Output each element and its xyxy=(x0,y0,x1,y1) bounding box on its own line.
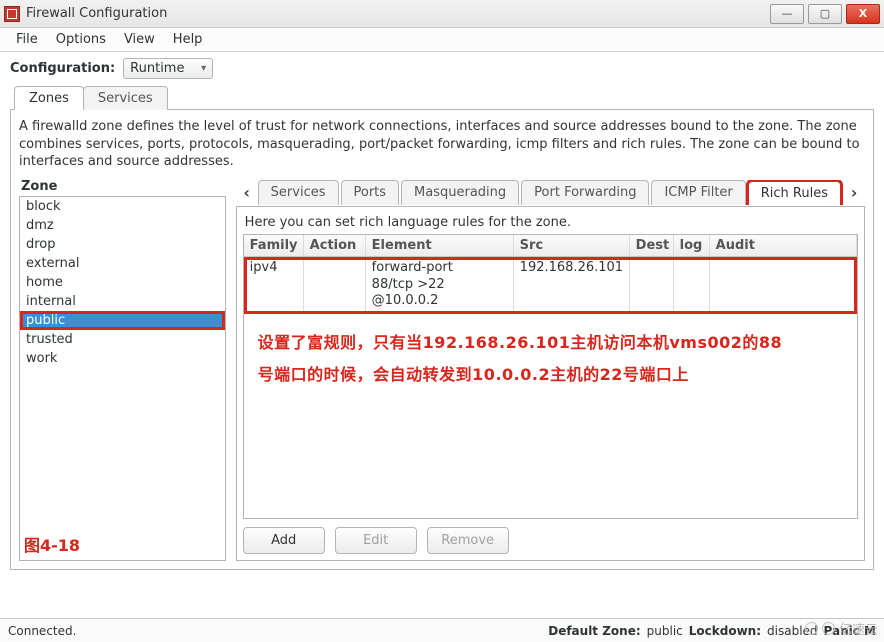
inner-tab-icmp-filter[interactable]: ICMP Filter xyxy=(651,180,745,205)
window-controls: — ▢ X xyxy=(770,4,880,24)
zones-panel: A firewalld zone defines the level of tr… xyxy=(10,109,874,570)
col-action[interactable]: Action xyxy=(304,235,366,256)
inner-tab-port-forwarding[interactable]: Port Forwarding xyxy=(521,180,649,205)
inner-tab-ports[interactable]: Ports xyxy=(341,180,400,205)
tab-scroll-left-icon[interactable]: ‹ xyxy=(236,179,258,206)
inner-tab-strip: ‹ Services Ports Masquerading Port Forwa… xyxy=(236,179,865,207)
inner-tab-services[interactable]: Services xyxy=(258,180,339,205)
menu-view[interactable]: View xyxy=(116,30,163,49)
status-connected: Connected. xyxy=(8,624,76,638)
status-lockdown-value: disabled xyxy=(767,624,818,638)
col-audit[interactable]: Audit xyxy=(710,235,857,256)
minimize-button[interactable]: — xyxy=(770,4,804,24)
menu-help[interactable]: Help xyxy=(165,30,211,49)
zone-item-dmz[interactable]: dmz xyxy=(20,216,225,235)
zone-list-header: Zone xyxy=(19,179,226,194)
zone-item-drop[interactable]: drop xyxy=(20,235,225,254)
configuration-select[interactable]: Runtime ▾ xyxy=(123,58,213,79)
zone-item-internal[interactable]: internal xyxy=(20,292,225,311)
col-log[interactable]: log xyxy=(674,235,710,256)
cell-element-line2: 88/tcp >22 @10.0.0.2 xyxy=(372,277,445,309)
status-panic-label: Panic M xyxy=(824,624,876,638)
cell-audit xyxy=(710,257,857,314)
menu-options[interactable]: Options xyxy=(48,30,114,49)
remove-button[interactable]: Remove xyxy=(427,527,509,554)
inner-tab-masquerading[interactable]: Masquerading xyxy=(401,180,519,205)
window-titlebar: Firewall Configuration — ▢ X xyxy=(0,0,884,28)
tab-services[interactable]: Services xyxy=(83,86,168,110)
zone-column: Zone block dmz drop external home intern… xyxy=(19,179,226,561)
status-default-zone-label: Default Zone: xyxy=(548,624,640,638)
window-title: Firewall Configuration xyxy=(26,6,770,21)
rich-rules-hint: Here you can set rich language rules for… xyxy=(245,215,856,230)
tab-zones[interactable]: Zones xyxy=(14,86,84,110)
table-row[interactable]: ipv4 forward-port 88/tcp >22 @10.0.0.2 1… xyxy=(244,257,857,315)
table-header: Family Action Element Src Dest log Audit xyxy=(244,235,857,257)
zone-item-work[interactable]: work xyxy=(20,349,225,368)
zone-item-external[interactable]: external xyxy=(20,254,225,273)
app-icon xyxy=(4,6,20,22)
add-button[interactable]: Add xyxy=(243,527,325,554)
annotation-overlay: 设置了富规则，只有当192.168.26.101主机访问本机vms002的88 … xyxy=(258,327,843,391)
cell-dest xyxy=(630,257,674,314)
col-src[interactable]: Src xyxy=(514,235,630,256)
annotation-line2: 号端口的时候，会自动转发到10.0.0.2主机的22号端口上 xyxy=(258,365,689,384)
inner-tab-rich-rules[interactable]: Rich Rules xyxy=(748,181,841,205)
zone-list[interactable]: block dmz drop external home internal pu… xyxy=(19,196,226,561)
cell-element: forward-port 88/tcp >22 @10.0.0.2 xyxy=(366,257,514,314)
annotation-line1: 设置了富规则，只有当192.168.26.101主机访问本机vms002的88 xyxy=(258,333,783,352)
configuration-label: Configuration: xyxy=(10,61,115,76)
menu-file[interactable]: File xyxy=(8,30,46,49)
maximize-button[interactable]: ▢ xyxy=(808,4,842,24)
zone-item-home[interactable]: home xyxy=(20,273,225,292)
rich-rules-buttons: Add Edit Remove xyxy=(243,527,858,554)
configuration-row: Configuration: Runtime ▾ xyxy=(10,58,874,79)
zone-description: A firewalld zone defines the level of tr… xyxy=(19,118,865,171)
zone-detail: ‹ Services Ports Masquerading Port Forwa… xyxy=(236,179,865,561)
zone-item-block[interactable]: block xyxy=(20,197,225,216)
cell-log xyxy=(674,257,710,314)
col-element[interactable]: Element xyxy=(366,235,514,256)
status-lockdown-label: Lockdown: xyxy=(689,624,761,638)
cell-family: ipv4 xyxy=(244,257,304,314)
close-button[interactable]: X xyxy=(846,4,880,24)
col-family[interactable]: Family xyxy=(244,235,304,256)
configuration-value: Runtime xyxy=(130,61,184,76)
status-bar: Connected. Default Zone: public Lockdown… xyxy=(0,618,884,642)
cell-element-line1: forward-port xyxy=(372,260,453,275)
rich-rules-table[interactable]: Family Action Element Src Dest log Audit… xyxy=(243,234,858,519)
menu-bar: File Options View Help xyxy=(0,28,884,52)
figure-label: 图4-18 xyxy=(24,532,80,556)
chevron-down-icon: ▾ xyxy=(201,63,206,74)
cell-action xyxy=(304,257,366,314)
zone-item-public[interactable]: public xyxy=(20,311,225,330)
outer-tab-strip: Zones Services xyxy=(14,85,874,109)
main-area: Configuration: Runtime ▾ Zones Services … xyxy=(0,52,884,570)
tab-scroll-right-icon[interactable]: › xyxy=(843,179,865,206)
zone-item-trusted[interactable]: trusted xyxy=(20,330,225,349)
col-dest[interactable]: Dest xyxy=(630,235,674,256)
status-default-zone-value: public xyxy=(647,624,683,638)
edit-button[interactable]: Edit xyxy=(335,527,417,554)
rich-rules-panel: Here you can set rich language rules for… xyxy=(236,207,865,561)
cell-src: 192.168.26.101 xyxy=(514,257,630,314)
